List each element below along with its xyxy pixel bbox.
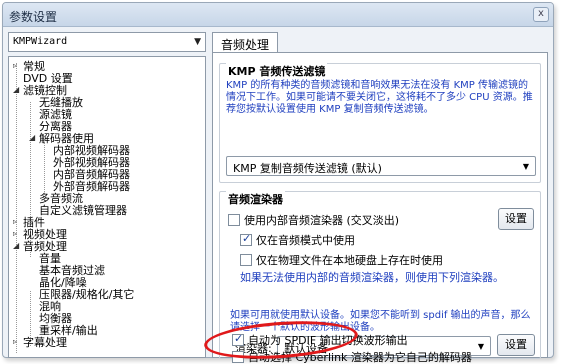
right-panel: 音频处理 KMP 音频传送滤镜 KMP 的所有种类的音频滤镜和音响效果无法在没有… — [212, 32, 548, 359]
profile-select[interactable]: KMPWizard ▼ — [8, 32, 206, 52]
checkbox-label: 仅在音频模式中使用 — [256, 234, 355, 247]
close-button[interactable]: x — [533, 7, 549, 22]
fallback-note: 如果无法使用内部的音频渲染器，则使用下列渲染器。 — [240, 271, 504, 284]
passthrough-desc: KMP 的所有种类的音频滤镜和音响效果无法在没有 KMP 传输滤镜的情况下工作。… — [226, 80, 533, 115]
collapsed-icon[interactable]: ▹ — [13, 230, 20, 238]
collapsed-icon[interactable]: ▹ — [13, 218, 20, 226]
expanded-icon[interactable]: ◢ — [13, 86, 20, 94]
title-bar: 参数设置 x — [3, 3, 553, 27]
chevron-down-icon: ▼ — [194, 37, 201, 47]
checkbox-label: 使用内部音频渲染器 (交叉淡出) — [244, 214, 400, 227]
tree-guide-line — [16, 63, 17, 353]
chevron-down-icon: ▼ — [477, 342, 484, 351]
tree-item[interactable]: 自定义滤镜管理器 — [39, 202, 127, 218]
chevron-down-icon: ▼ — [522, 162, 529, 171]
local-file-only-checkbox[interactable]: 仅在物理文件在本地硬盘上存在时使用 — [240, 252, 443, 267]
tab-page: KMP 音频传送滤镜 KMP 的所有种类的音频滤镜和音响效果无法在没有 KMP … — [212, 52, 548, 359]
window-title: 参数设置 — [9, 10, 58, 24]
use-internal-renderer-checkbox[interactable]: 使用内部音频渲染器 (交叉淡出) — [228, 212, 400, 227]
collapsed-icon[interactable]: ▹ — [13, 62, 20, 70]
left-panel: KMPWizard ▼ ▹ 常规 DVD 设置 ◢ 滤镜控制 无缝播放 源滤镜 … — [8, 32, 206, 358]
passthrough-select[interactable]: KMP 复制音频传送滤镜 (默认) ▼ — [226, 156, 536, 176]
tree-guide-line — [44, 142, 45, 192]
profile-value: KMPWizard — [13, 36, 68, 47]
settings-tree[interactable]: ▹ 常规 DVD 设置 ◢ 滤镜控制 无缝播放 源滤镜 分离器 ◢ 解码器使用 … — [8, 56, 206, 358]
passthrough-value: KMP 复制音频传送滤镜 (默认) — [233, 162, 382, 175]
expanded-icon[interactable]: ◢ — [13, 242, 20, 250]
renderer-settings-button[interactable]: 设置 — [498, 208, 534, 230]
passthrough-group: KMP 音频传送滤镜 KMP 的所有种类的音频滤镜和音响效果无法在没有 KMP … — [219, 63, 541, 183]
renderer-device-settings-button[interactable]: 设置 — [497, 334, 535, 356]
checkbox-box — [240, 254, 252, 266]
renderer-title: 音频渲染器 — [226, 191, 285, 207]
tab-audio-processing[interactable]: 音频处理 — [212, 32, 279, 53]
collapsed-icon[interactable]: ▹ — [13, 338, 20, 346]
expanded-icon[interactable]: ◢ — [29, 134, 36, 142]
passthrough-title: KMP 音频传送滤镜 — [226, 63, 328, 79]
checkbox-box — [240, 232, 252, 246]
checkbox-box — [228, 214, 240, 226]
checkbox-label: 仅在物理文件在本地硬盘上存在时使用 — [256, 254, 443, 267]
tree-item[interactable]: 字幕处理 — [23, 334, 67, 350]
audio-mode-only-checkbox[interactable]: 仅在音频模式中使用 — [240, 232, 355, 247]
